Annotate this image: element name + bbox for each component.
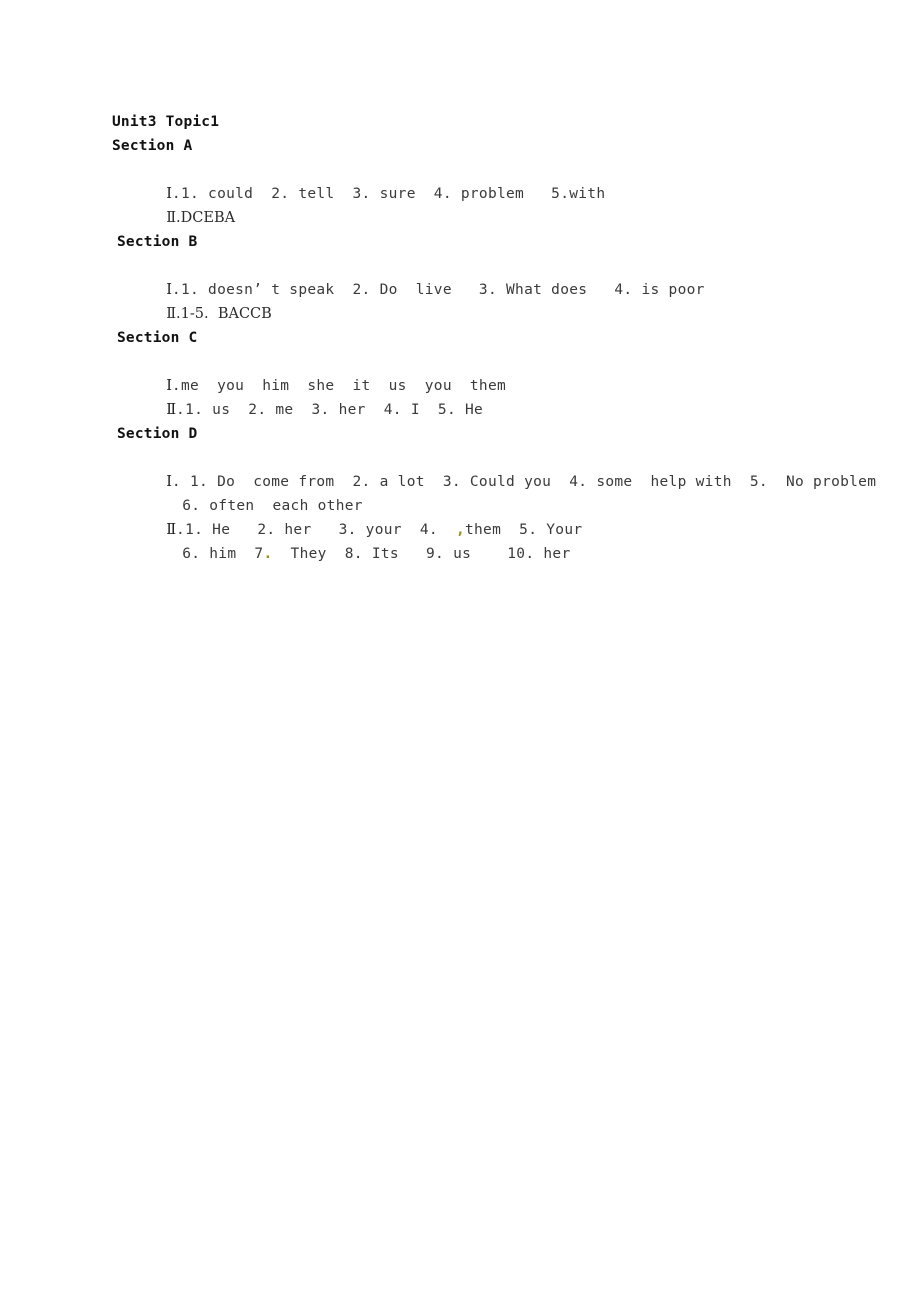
document-page: Unit3 Topic1 Section A Ⅰ.1. could 2. tel… xyxy=(0,0,920,1302)
scan-artifact-comma: , xyxy=(455,522,465,538)
answer-line-a-1: Ⅰ.1. could 2. tell 3. sure 4. problem 5.… xyxy=(112,158,882,202)
answer-text: .1. could 2. tell 3. sure 4. problem 5.w… xyxy=(171,186,606,202)
answer-line-b-1: Ⅰ.1. doesn’ t speak 2. Do live 3. What d… xyxy=(112,254,882,298)
roman-numeral-two: Ⅱ xyxy=(166,402,177,418)
answer-text: 6. him 7 xyxy=(182,546,264,562)
section-heading-b: Section B xyxy=(117,234,198,250)
answer-line-c-1: Ⅰ.me you him she it us you them xyxy=(112,350,882,394)
answer-line-d-1: Ⅰ. 1. Do come from 2. a lot 3. Could you… xyxy=(112,446,882,490)
scan-artifact-period: . xyxy=(263,546,273,562)
section-heading-a: Section A xyxy=(112,138,193,154)
answer-text: .1. He 2. her 3. your 4. xyxy=(176,522,456,538)
roman-numeral-two: Ⅱ xyxy=(166,210,177,226)
answer-text: .1-5. BACCB xyxy=(176,306,272,322)
answer-text-after: them 5. Your xyxy=(465,522,583,538)
answer-text: 6. often each other xyxy=(182,498,363,514)
document-body: Unit3 Topic1 Section A Ⅰ.1. could 2. tel… xyxy=(112,110,882,562)
document-title: Unit3 Topic1 xyxy=(112,114,220,130)
roman-numeral-two: Ⅱ xyxy=(166,522,177,538)
answer-text-after: They 8. Its 9. us 10. her xyxy=(272,546,571,562)
answer-text: .DCEBA xyxy=(176,210,236,226)
answer-text: . 1. Do come from 2. a lot 3. Could you … xyxy=(171,474,877,490)
answer-text: .1. doesn’ t speak 2. Do live 3. What do… xyxy=(171,282,705,298)
section-heading-d: Section D xyxy=(117,426,198,442)
answer-text: .me you him she it us you them xyxy=(171,378,507,394)
roman-numeral-two: Ⅱ xyxy=(166,306,177,322)
section-heading-c: Section C xyxy=(117,330,198,346)
answer-text: .1. us 2. me 3. her 4. I 5. He xyxy=(176,402,484,418)
